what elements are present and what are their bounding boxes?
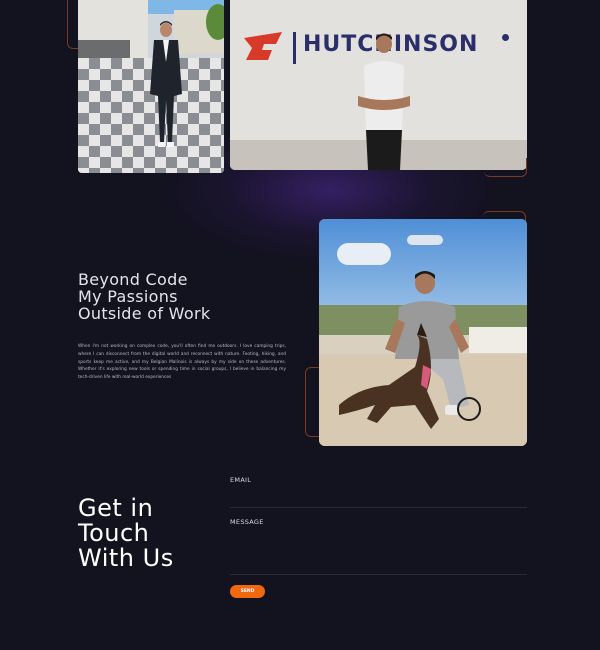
- email-field[interactable]: [230, 507, 527, 508]
- contact-title-line: With Us: [78, 544, 174, 572]
- message-field-label: MESSAGE: [230, 518, 264, 526]
- passions-title-line: My Passions: [78, 287, 178, 306]
- send-button[interactable]: SEND: [230, 585, 265, 598]
- passions-title-line: Beyond Code: [78, 270, 188, 289]
- photo-man-with-dog: [319, 219, 527, 446]
- message-field[interactable]: [230, 574, 527, 575]
- passions-title: Beyond Code My Passions Outside of Work: [78, 271, 278, 322]
- contact-title: Get in Touch With Us: [78, 496, 228, 571]
- photo-hutchinson-office: HUTCHINSON: [230, 0, 527, 170]
- passions-title-line: Outside of Work: [78, 304, 211, 323]
- email-field-label: EMAIL: [230, 476, 252, 484]
- passions-body-text: When I'm not working on complex code, yo…: [78, 344, 286, 381]
- photo-suit-checkered-floor: [78, 0, 224, 173]
- photo-frame-accent: [484, 158, 527, 177]
- contact-title-line: Touch: [78, 519, 150, 547]
- contact-title-line: Get in: [78, 494, 154, 522]
- photo-frame-accent: [305, 367, 320, 437]
